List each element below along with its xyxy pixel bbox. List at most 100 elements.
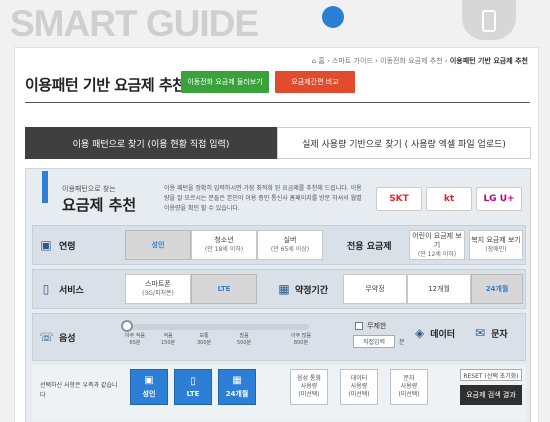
calendar-icon: ▦	[278, 282, 290, 296]
search-panel: 이용패턴으로 찾는 요금제 추천 이용 패턴을 정확히 입력하시면 가장 최적화…	[25, 168, 531, 422]
chip-line: (미선택)	[298, 391, 320, 398]
age-option-adult[interactable]: 성인	[125, 230, 191, 260]
option-sub: (만 18세 이하)	[204, 246, 244, 253]
contract-option-none[interactable]: 무약정	[343, 274, 407, 304]
tick-bot: 500분	[237, 340, 252, 346]
voice-tick: 적음 150분	[161, 333, 175, 347]
tick-top: 아주 적음	[125, 333, 145, 339]
search-result-button[interactable]: 요금제 검색 결과	[460, 385, 522, 405]
summary-chip-voice: 음성 통화 사용량 (미선택)	[290, 369, 328, 405]
breadcrumb-item[interactable]: 홈	[318, 57, 324, 65]
option-label: LTE	[217, 284, 231, 293]
summary-chip-data: 데이터 사용량 (미선택)	[340, 369, 378, 405]
option-sub: (장애인)	[485, 246, 507, 253]
tick-top: 적음	[163, 333, 173, 339]
page-title: 이용패턴 기반 요금제 추천	[25, 76, 186, 94]
home-icon[interactable]: ⌂	[312, 57, 316, 65]
data-label: 데이터	[430, 329, 456, 340]
summary-chip-service: ▯ LTE	[174, 369, 212, 405]
breadcrumb-item[interactable]: 스마트 가이드	[332, 57, 373, 65]
breadcrumb-item[interactable]: 이동전화 요금제 추천	[380, 57, 442, 65]
option-label: 어린이 요금제 보기	[412, 231, 462, 249]
sms-label: 문자	[491, 329, 508, 340]
option-label: 청소년	[214, 236, 234, 244]
id-card-icon: ▣	[40, 238, 52, 252]
direct-input-field[interactable]: 직접입력	[353, 335, 395, 348]
intro-subtitle: 이용패턴으로 찾는	[62, 185, 116, 193]
welfare-plan-button[interactable]: 복지 요금제 보기 (장애인)	[469, 230, 523, 260]
chip-line: 문자	[403, 375, 415, 382]
option-label: 스마트폰	[145, 280, 171, 288]
title-divider	[25, 102, 530, 103]
contract-option-24[interactable]: 24개월	[471, 274, 523, 304]
summary-chip-sms: 문자 사용량 (미선택)	[390, 369, 428, 405]
chip-line: 음성 통화	[297, 375, 321, 382]
reset-label: RESET (선택 초기화)	[463, 372, 519, 380]
brand-title: SMART GUIDE	[10, 3, 259, 44]
unlimited-checkbox[interactable]	[355, 322, 363, 330]
option-sub: (만 12세 이하)	[417, 250, 457, 258]
tab-usage-pattern[interactable]: 이용 패턴으로 찾기 (이용 현황 직접 입력)	[25, 127, 277, 159]
contract-option-12[interactable]: 12개월	[407, 274, 471, 304]
intro-description: 이용 패턴을 정확히 입력하시면 가장 최적화 된 요금제를 추천해 드립니다.…	[164, 185, 362, 212]
breadcrumb-current: 이용패턴 기반 요금제 추천	[449, 57, 528, 65]
option-sub: (3G/피처폰)	[142, 290, 174, 297]
sms-tab[interactable]: ✉ 문자	[475, 314, 508, 352]
usage-row: ☏ 음성 아주 적음 65분 적음 150분 보통 300분 많음 500분 아주 많음…	[32, 313, 526, 361]
service-row: ▯ 서비스 스마트폰 (3G/피처폰) LTE ▦ 약정기간 무약정 12개월	[32, 269, 526, 309]
calendar-icon: ▦	[232, 375, 242, 386]
tick-top: 아주 많음	[291, 333, 311, 339]
voice-tick: 아주 많음 800분	[291, 333, 311, 347]
phone-icon	[482, 10, 496, 32]
chip-label: 24개월	[225, 390, 249, 398]
cursor-badge-icon	[322, 6, 344, 28]
age-option-youth[interactable]: 청소년 (만 18세 이하)	[191, 230, 257, 260]
voice-tick: 많음 500분	[237, 333, 251, 347]
service-option-lte[interactable]: LTE	[191, 274, 257, 304]
intro-section: 이용패턴으로 찾는 요금제 추천 이용 패턴을 정확히 입력하시면 가장 최적화…	[32, 171, 528, 221]
chip-line: 데이터	[350, 375, 368, 382]
data-tab[interactable]: ◈ 데이터	[415, 314, 455, 352]
carrier-name: LG U+	[483, 194, 515, 204]
tick-bot: 150분	[161, 340, 176, 346]
compare-plans-button[interactable]: 요금제간편 비교	[275, 71, 355, 93]
compare-plans-label: 요금제간편 비교	[291, 78, 339, 86]
tick-bot: 300분	[197, 340, 212, 346]
chip-line: (미선택)	[398, 391, 420, 398]
result-label: 요금제 검색 결과	[466, 391, 516, 399]
voice-label: 음성	[59, 334, 76, 344]
summary-chip-contract: ▦ 24개월	[218, 369, 256, 405]
voice-slider-track[interactable]	[127, 324, 309, 330]
reset-button[interactable]: RESET (선택 초기화)	[460, 369, 522, 381]
carrier-skt-link[interactable]: SKT	[376, 187, 422, 211]
service-option-smartphone[interactable]: 스마트폰 (3G/피처폰)	[125, 274, 191, 304]
tab-actual-usage[interactable]: 실제 사용량 기반으로 찾기 ( 사용량 엑셀 파일 업로드)	[277, 127, 531, 159]
age-label: 연령	[59, 242, 76, 252]
tick-bot: 65분	[129, 340, 141, 346]
option-label: 무약정	[365, 284, 385, 293]
option-label: 실버	[283, 236, 297, 244]
chip-line: (미선택)	[348, 391, 370, 398]
smartphone-icon: ▯	[42, 282, 50, 296]
age-option-silver[interactable]: 실버 (만 65세 이상)	[257, 230, 323, 260]
breadcrumb: ⌂ 홈 › 스마트 가이드 › 이동전화 요금제 추천 › 이용패턴 기반 요금…	[311, 57, 528, 65]
unlimited-label: 무제한	[367, 322, 387, 330]
kids-plan-button[interactable]: 어린이 요금제 보기 (만 12세 이하)	[409, 230, 465, 260]
tab-label: 실제 사용량 기반으로 찾기 ( 사용량 엑셀 파일 업로드)	[302, 139, 506, 150]
page: SMART GUIDE ⌂ 홈 › 스마트 가이드 › 이동전화 요금제 추천 …	[0, 0, 550, 422]
carrier-lgu-link[interactable]: LG U+	[476, 187, 522, 211]
tick-top: 많음	[239, 333, 249, 339]
carrier-kt-link[interactable]: kt	[426, 187, 472, 211]
carrier-name: SKT	[389, 194, 409, 204]
minutes-unit: 분	[399, 339, 405, 346]
age-row: ▣ 연령 성인 청소년 (만 18세 이하) 실버 (만 65세 이상) 전용 …	[32, 225, 526, 265]
voice-slider-handle[interactable]	[121, 320, 133, 332]
option-label: 복지 요금제 보기	[471, 236, 521, 244]
option-sub: (만 65세 이상)	[270, 246, 310, 253]
browse-plans-button[interactable]: 이동전화 요금제 둘러보기	[181, 71, 269, 93]
option-label: 24개월	[485, 284, 509, 293]
contract-label: 약정기간	[295, 286, 329, 296]
carrier-name: kt	[443, 194, 455, 204]
summary-bar: 선택하신 사항은 우측과 같습니다 ▣ 성인 ▯ LTE ▦ 24개월 음성 통…	[32, 365, 526, 421]
data-icon: ◈	[415, 326, 425, 340]
